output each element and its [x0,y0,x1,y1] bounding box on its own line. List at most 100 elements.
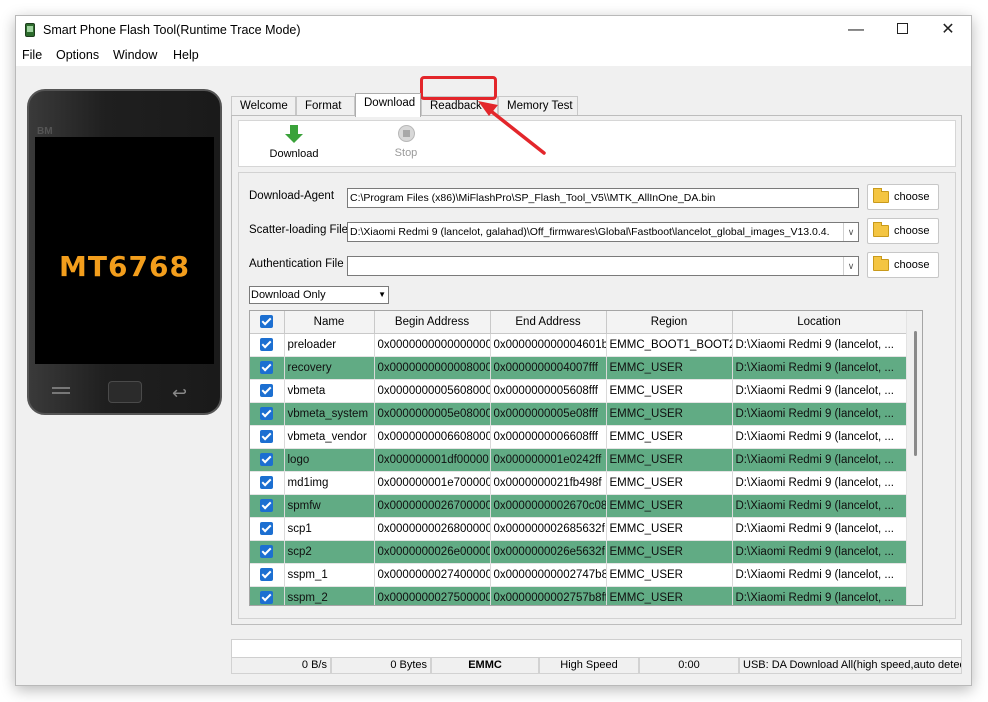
tab-readback[interactable]: Readback [421,96,498,116]
choose-label: choose [894,225,930,237]
choose-label: choose [894,191,930,203]
download-agent-input[interactable]: C:\Program Files (x86)\MiFlashPro\SP_Fla… [347,188,859,208]
row-checkbox[interactable] [250,379,285,403]
folder-icon [873,256,889,271]
row-checkbox[interactable] [250,356,285,380]
cell-end-address: 0x0000000021fb498f [490,471,607,495]
menu-file[interactable]: File [22,48,42,62]
table-row[interactable]: recovery 0x0000000000008000 0x000000000400… [250,356,907,380]
table-row[interactable]: vbmeta_system 0x0000000005e08000 0x0000000… [250,402,907,426]
menu-window[interactable]: Window [113,48,157,62]
cell-region: EMMC_USER [606,448,733,472]
row-checkbox[interactable] [250,517,285,541]
row-checkbox[interactable] [250,333,285,357]
cell-begin-address: 0x0000000026800000 [374,517,491,541]
table-row[interactable]: sspm_1 0x0000000027400000 0x00000000002747… [250,563,907,587]
minimize-button[interactable]: — [833,16,879,44]
tab-format[interactable]: Format [296,96,355,116]
cell-begin-address: 0x0000000006608000 [374,425,491,449]
row-checkbox[interactable] [250,540,285,564]
cell-end-address: 0x000000002685632f [490,517,607,541]
row-checkbox[interactable] [250,471,285,495]
title-bar: Smart Phone Flash Tool(Runtime Trace Mod… [16,16,971,44]
auth-file-combo[interactable]: ∨ [347,256,859,276]
choose-label: choose [894,259,930,271]
column-header-location[interactable]: Location [732,311,907,334]
menu-options[interactable]: Options [56,48,99,62]
cell-location: D:\Xiaomi Redmi 9 (lancelot, ... [732,402,907,426]
menu-help[interactable]: Help [173,48,199,62]
cell-location: D:\Xiaomi Redmi 9 (lancelot, ... [732,448,907,472]
scatter-file-choose-button[interactable]: choose [867,218,939,244]
cell-end-address: 0x00000000002747b8ff [490,563,607,587]
stop-icon [397,125,415,142]
cell-end-address: 0x0000000006608fff [490,425,607,449]
cell-begin-address: 0x0000000000000000 [374,333,491,357]
folder-icon [873,222,889,237]
cell-region: EMMC_BOOT1_BOOT2 [606,333,733,357]
download-agent-choose-button[interactable]: choose [867,184,939,210]
column-header-region[interactable]: Region [606,311,733,334]
table-row[interactable]: logo 0x000000001df00000 0x000000001e0242ff… [250,448,907,472]
scatter-file-value: D:\Xiaomi Redmi 9 (lancelot, galahad)\Of… [350,226,830,238]
row-checkbox[interactable] [250,425,285,449]
table-row[interactable]: vbmeta_vendor 0x0000000006608000 0x0000000… [250,425,907,449]
row-checkbox[interactable] [250,586,285,605]
phone-menu-icon [52,384,76,402]
download-button[interactable]: Download [269,123,319,160]
table-row[interactable]: md1img 0x000000001e700000 0x0000000021fb49… [250,471,907,495]
checkbox-checked-icon [260,407,274,420]
cell-region: EMMC_USER [606,425,733,449]
cell-region: EMMC_USER [606,356,733,380]
column-header-begin-address[interactable]: Begin Address [374,311,491,334]
cell-location: D:\Xiaomi Redmi 9 (lancelot, ... [732,471,907,495]
scatter-file-combo[interactable]: D:\Xiaomi Redmi 9 (lancelot, galahad)\Of… [347,222,859,242]
download-tab-pane: Download Stop Download-Agent C:\Program … [231,115,962,625]
row-checkbox[interactable] [250,494,285,518]
cell-end-address: 0x0000000004007fff [490,356,607,380]
tab-memory-test[interactable]: Memory Test [498,96,578,116]
table-row[interactable]: scp1 0x0000000026800000 0x000000002685632f… [250,517,907,541]
cell-begin-address: 0x0000000026700000 [374,494,491,518]
cell-name: spmfw [284,494,375,518]
select-all-checkbox[interactable] [250,311,285,334]
row-checkbox[interactable] [250,563,285,587]
checkbox-checked-icon [260,568,274,581]
status-usb: USB: DA Download All(high speed,auto det… [739,658,962,674]
table-scrollbar[interactable] [906,311,922,605]
phone-back-icon: ↩ [172,383,188,403]
chevron-down-icon[interactable]: ∨ [843,257,858,275]
status-mode: High Speed [539,658,639,674]
close-button[interactable]: ✕ [925,16,971,44]
stop-button[interactable]: Stop [389,123,423,159]
checkbox-checked-icon [260,384,274,397]
phone-home-button [108,381,142,403]
table-row[interactable]: spmfw 0x0000000026700000 0x0000000002670c0… [250,494,907,518]
cell-begin-address: 0x0000000005e08000 [374,402,491,426]
table-row[interactable]: sspm_2 0x0000000027500000 0x0000000002757b… [250,586,907,605]
cell-location: D:\Xiaomi Redmi 9 (lancelot, ... [732,517,907,541]
cell-name: sspm_1 [284,563,375,587]
cell-location: D:\Xiaomi Redmi 9 (lancelot, ... [732,356,907,380]
row-checkbox[interactable] [250,448,285,472]
download-mode-select[interactable]: Download Only ▼ [249,286,389,304]
tab-download[interactable]: Download [355,93,421,117]
row-checkbox[interactable] [250,402,285,426]
maximize-button[interactable] [879,16,925,44]
cell-begin-address: 0x0000000027500000 [374,586,491,605]
cell-end-address: 0x0000000026e5632f [490,540,607,564]
auth-file-choose-button[interactable]: choose [867,252,939,278]
column-header-end-address[interactable]: End Address [490,311,607,334]
scrollbar-thumb[interactable] [914,331,917,456]
cell-begin-address: 0x0000000027400000 [374,563,491,587]
tab-welcome[interactable]: Welcome [231,96,296,116]
column-header-name[interactable]: Name [284,311,375,334]
table-row[interactable]: vbmeta 0x0000000005608000 0x0000000005608f… [250,379,907,403]
table-row[interactable]: scp2 0x0000000026e00000 0x0000000026e5632f… [250,540,907,564]
app-icon [25,23,35,37]
cell-begin-address: 0x0000000000008000 [374,356,491,380]
cell-name: logo [284,448,375,472]
table-row[interactable]: preloader 0x0000000000000000 0x00000000000… [250,333,907,357]
cell-name: vbmeta_vendor [284,425,375,449]
chevron-down-icon[interactable]: ∨ [843,223,858,241]
